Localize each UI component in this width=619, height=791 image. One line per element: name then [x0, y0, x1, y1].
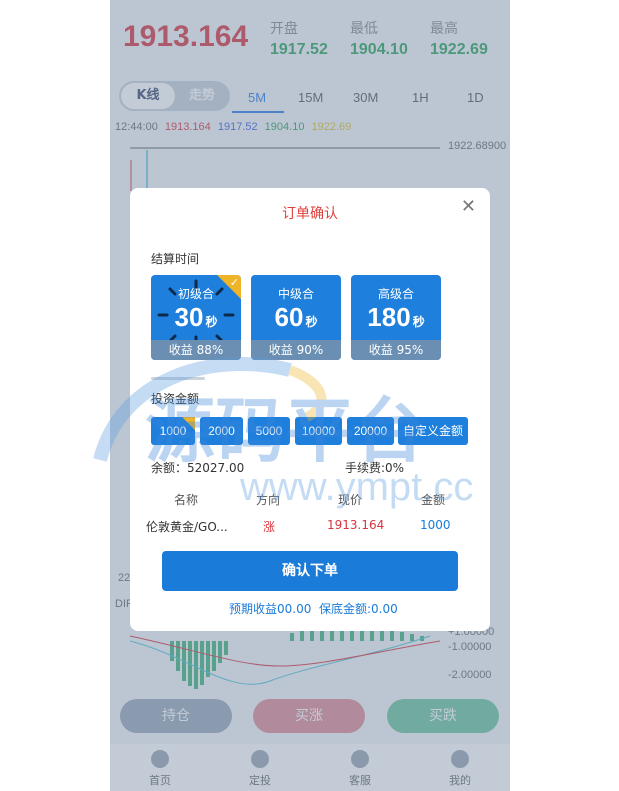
- card-30s-unit: 秒: [205, 315, 218, 329]
- dialog-title: 订单确认: [282, 206, 338, 222]
- amount-2000-button[interactable]: 2000: [200, 417, 243, 445]
- card-180s-profit: 收益 95%: [351, 340, 441, 360]
- col-price-header: 现价: [338, 493, 363, 507]
- col-amount-header: 金额: [421, 493, 446, 507]
- amount-1000-button[interactable]: 1000: [151, 417, 195, 445]
- period-card-30s[interactable]: 初级合 30 秒 收益 88% ✓: [151, 275, 241, 360]
- selected-corner: [182, 417, 195, 430]
- row-direction: 涨: [263, 520, 276, 534]
- card-180s-name: 高级合: [377, 287, 414, 301]
- order-confirm-dialog: 订单确认 ✕ 结算时间 初级合 30 秒 收益 88% ✓ 中级合 60 秒 收…: [130, 188, 490, 631]
- card-60s-seconds: 60: [274, 302, 304, 332]
- amount-10000-button[interactable]: 10000: [295, 417, 342, 445]
- expected-profit-text: 预期收益00.00: [229, 602, 312, 616]
- card-60s-name: 中级合: [277, 287, 314, 301]
- card-60s-duration: 60 秒: [251, 302, 341, 333]
- card-60s-unit: 秒: [305, 315, 318, 329]
- settle-time-label: 结算时间: [151, 252, 200, 266]
- col-name-header: 名称: [174, 493, 199, 507]
- period-card-180s[interactable]: 高级合 180 秒 收益 95%: [351, 275, 441, 360]
- row-price: 1913.164: [327, 518, 385, 532]
- card-180s-duration: 180 秒: [351, 302, 441, 333]
- col-direction-header: 方向: [256, 493, 281, 507]
- period-card-60s[interactable]: 中级合 60 秒 收益 90%: [251, 275, 341, 360]
- card-180s-seconds: 180: [367, 302, 411, 332]
- row-name: 伦敦黄金/GO...: [146, 520, 228, 534]
- section-divider: [151, 377, 205, 380]
- amount-custom-button[interactable]: 自定义金额: [398, 417, 468, 445]
- confirm-order-button[interactable]: 确认下单: [162, 551, 458, 591]
- amount-20000-button[interactable]: 20000: [347, 417, 394, 445]
- card-30s-duration: 30 秒: [151, 302, 241, 333]
- card-30s-seconds: 30: [174, 302, 204, 332]
- guarantee-amount-text: 保底金额:0.00: [319, 602, 398, 616]
- balance-text: 余额：52027.00: [151, 461, 245, 475]
- card-30s-profit: 收益 88%: [151, 340, 241, 360]
- amount-5000-button[interactable]: 5000: [248, 417, 290, 445]
- close-icon[interactable]: ✕: [461, 196, 476, 217]
- fee-text: 手续费:0%: [345, 461, 405, 475]
- check-icon: ✓: [229, 276, 239, 289]
- row-amount: 1000: [420, 518, 451, 532]
- amount-label: 投资金额: [151, 392, 200, 406]
- card-180s-unit: 秒: [412, 315, 425, 329]
- card-60s-profit: 收益 90%: [251, 340, 341, 360]
